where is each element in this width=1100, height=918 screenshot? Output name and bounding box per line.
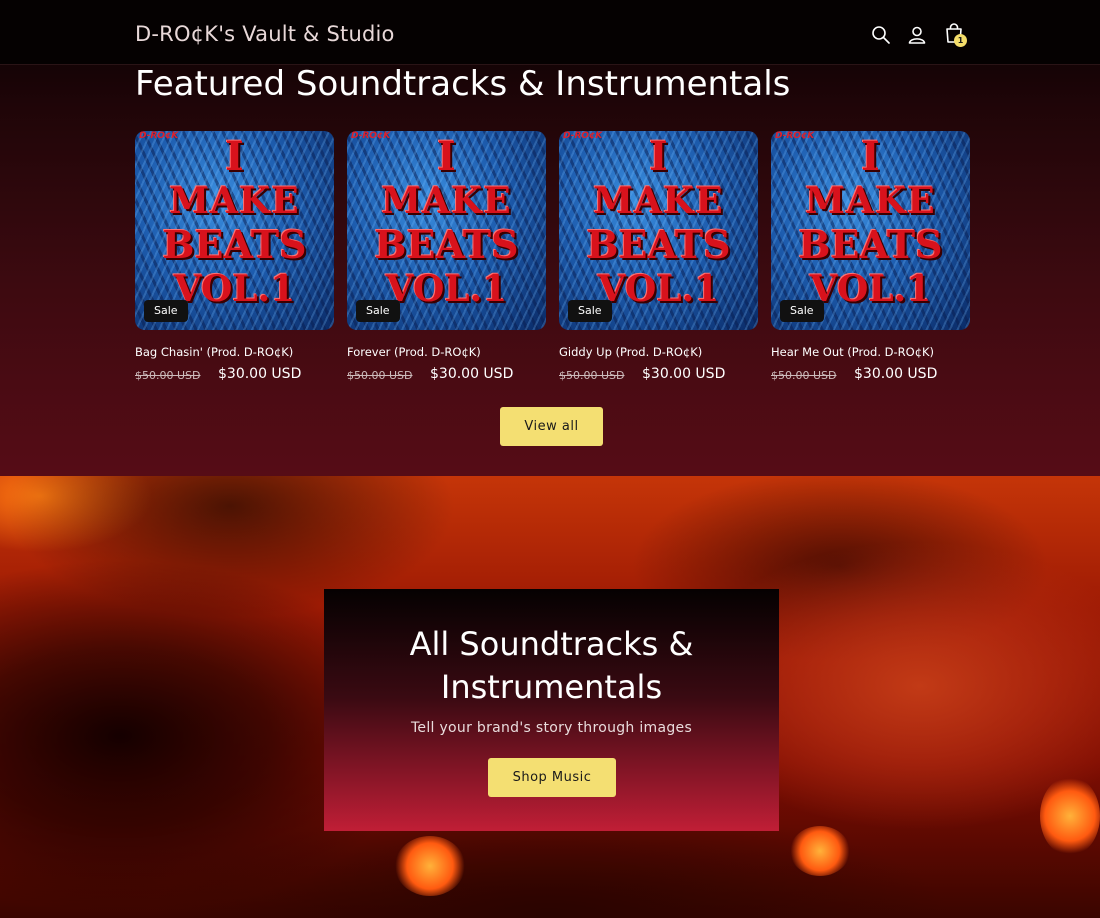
art-line: MAKE bbox=[593, 180, 724, 222]
product-old-price: $50.00 USD bbox=[347, 369, 413, 382]
account-icon[interactable] bbox=[906, 24, 928, 46]
product-image[interactable]: D-RO¢K I MAKE BEATS VOL.1 Sale bbox=[347, 131, 546, 330]
product-title[interactable]: Forever (Prod. D-RO¢K) bbox=[347, 345, 481, 359]
product-card[interactable]: D-RO¢K I MAKE BEATS VOL.1 Sale Forever (… bbox=[347, 131, 546, 382]
product-title[interactable]: Bag Chasin' (Prod. D-RO¢K) bbox=[135, 345, 293, 359]
art-line: I bbox=[437, 133, 456, 180]
view-all-button[interactable]: View all bbox=[500, 407, 603, 446]
art-line: I bbox=[649, 133, 668, 180]
product-title[interactable]: Hear Me Out (Prod. D-RO¢K) bbox=[771, 345, 934, 359]
art-line: BEATS bbox=[162, 222, 307, 267]
sale-badge: Sale bbox=[568, 300, 612, 322]
site-logo-link[interactable]: D-RO¢K's Vault & Studio bbox=[135, 22, 395, 46]
art-title: I MAKE BEATS VOL.1 bbox=[135, 135, 334, 311]
art-line: MAKE bbox=[169, 180, 300, 222]
site-header: D-RO¢K's Vault & Studio 1 bbox=[0, 0, 1100, 65]
product-old-price: $50.00 USD bbox=[559, 369, 625, 382]
art-line: BEATS bbox=[798, 222, 943, 267]
art-line: I bbox=[861, 133, 880, 180]
lava-glow bbox=[790, 826, 850, 876]
sale-badge: Sale bbox=[780, 300, 824, 322]
promo-title-line: All Soundtracks & bbox=[409, 625, 694, 663]
product-old-price: $50.00 USD bbox=[771, 369, 837, 382]
sale-badge: Sale bbox=[144, 300, 188, 322]
section-title: Featured Soundtracks & Instrumentals bbox=[135, 64, 791, 104]
art-title: I MAKE BEATS VOL.1 bbox=[347, 135, 546, 311]
search-icon[interactable] bbox=[870, 24, 892, 46]
promo-title: All Soundtracks & Instrumentals bbox=[324, 623, 779, 709]
art-title: I MAKE BEATS VOL.1 bbox=[559, 135, 758, 311]
promo-title-line: Instrumentals bbox=[440, 668, 663, 706]
shop-music-button[interactable]: Shop Music bbox=[488, 758, 616, 797]
product-title[interactable]: Giddy Up (Prod. D-RO¢K) bbox=[559, 345, 702, 359]
sale-badge: Sale bbox=[356, 300, 400, 322]
lava-glow bbox=[395, 836, 465, 896]
product-sale-price: $30.00 USD bbox=[854, 366, 938, 382]
art-line: MAKE bbox=[805, 180, 936, 222]
product-old-price: $50.00 USD bbox=[135, 369, 201, 382]
product-image[interactable]: D-RO¢K I MAKE BEATS VOL.1 Sale bbox=[135, 131, 334, 330]
product-sale-price: $30.00 USD bbox=[218, 366, 302, 382]
product-sale-price: $30.00 USD bbox=[430, 366, 514, 382]
art-line: BEATS bbox=[374, 222, 519, 267]
promo-subtitle: Tell your brand's story through images bbox=[410, 720, 693, 736]
product-image[interactable]: D-RO¢K I MAKE BEATS VOL.1 Sale bbox=[771, 131, 970, 330]
product-sale-price: $30.00 USD bbox=[642, 366, 726, 382]
art-line: BEATS bbox=[586, 222, 731, 267]
product-card[interactable]: D-RO¢K I MAKE BEATS VOL.1 Sale Giddy Up … bbox=[559, 131, 758, 382]
product-card[interactable]: D-RO¢K I MAKE BEATS VOL.1 Sale Hear Me O… bbox=[771, 131, 970, 382]
product-card[interactable]: D-RO¢K I MAKE BEATS VOL.1 Sale Bag Chasi… bbox=[135, 131, 334, 382]
art-title: I MAKE BEATS VOL.1 bbox=[771, 135, 970, 311]
cart-count-badge: 1 bbox=[954, 34, 967, 47]
lava-glow bbox=[1040, 776, 1100, 856]
product-image[interactable]: D-RO¢K I MAKE BEATS VOL.1 Sale bbox=[559, 131, 758, 330]
art-line: MAKE bbox=[381, 180, 512, 222]
art-line: I bbox=[225, 133, 244, 180]
